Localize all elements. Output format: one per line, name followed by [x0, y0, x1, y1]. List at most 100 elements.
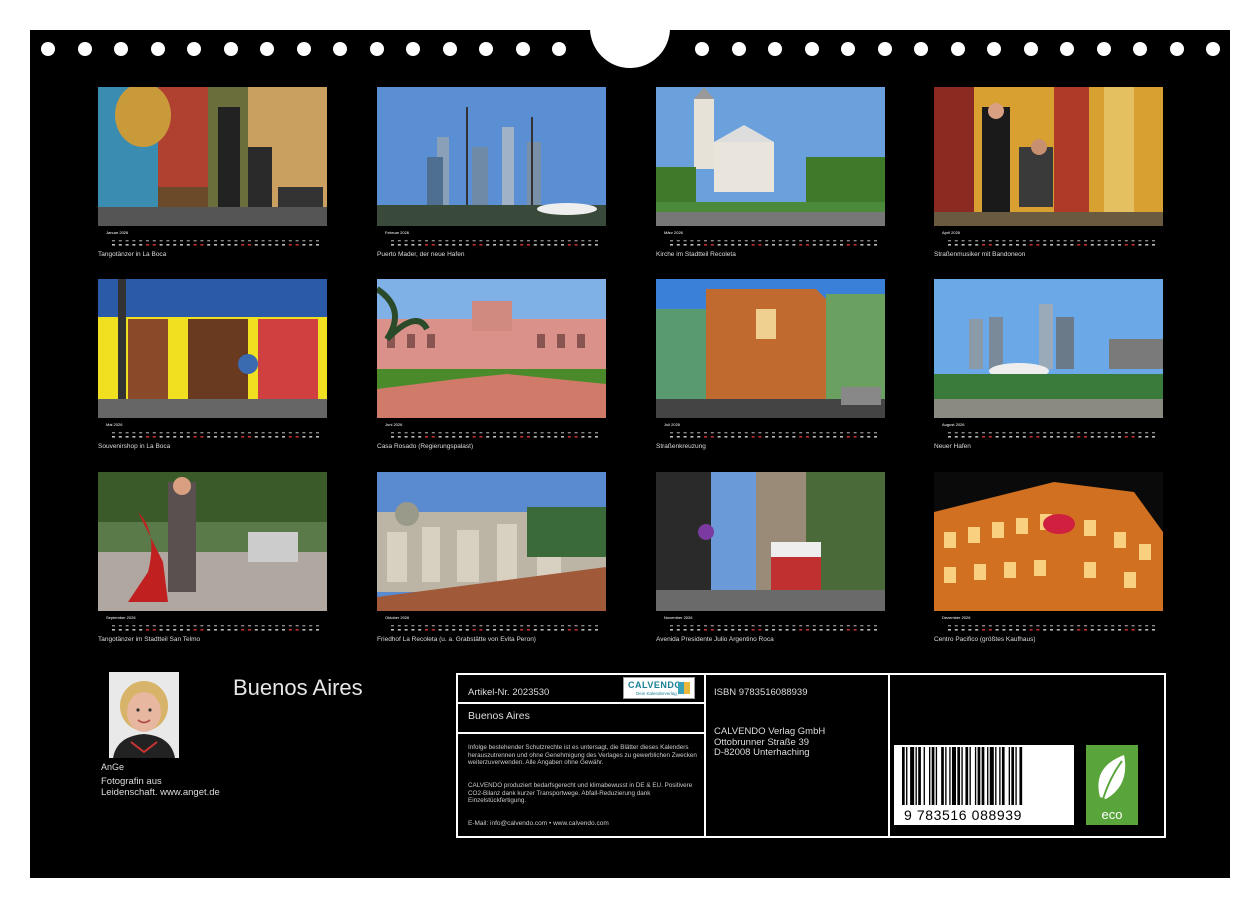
- binding-hole: [1133, 42, 1147, 56]
- binding-hole: [1206, 42, 1220, 56]
- month-name: Mai 2026: [106, 422, 123, 427]
- month-photo: [934, 472, 1163, 611]
- binding-hole: [150, 42, 165, 56]
- book-name: Buenos Aires: [468, 710, 530, 722]
- author-bio-line: Leidenschaft. www.anget.de: [101, 787, 220, 798]
- month-name: Januar 2026: [106, 230, 129, 235]
- binding-hole: [296, 42, 311, 56]
- month-caption: Straßenkreuzung: [656, 443, 706, 450]
- author-bio: Fotografin aus Leidenschaft. www.anget.d…: [101, 776, 251, 798]
- month-caption: Puerto Mader, der neue Hafen: [377, 251, 465, 258]
- contact-email: E-Mail: info@calvendo.com • www.calvendo…: [468, 820, 609, 827]
- publisher-address: CALVENDO Verlag GmbH Ottobrunner Straße …: [714, 726, 826, 759]
- binding-hole: [1060, 42, 1074, 56]
- author-portrait: [109, 672, 179, 758]
- binding-hole: [479, 42, 493, 56]
- month-caption: Friedhof La Recoleta (u. a. Grabstätte v…: [377, 636, 536, 643]
- mini-calendar-strip: [98, 236, 327, 246]
- mini-calendar-strip: [934, 236, 1163, 246]
- month-photo: [656, 472, 885, 611]
- binding-hole: [77, 42, 92, 56]
- mini-calendar-strip: [377, 428, 606, 438]
- mini-calendar-strip: [377, 236, 606, 246]
- isbn: ISBN 9783516088939: [714, 687, 808, 698]
- month-caption: Souvenirshop in La Boca: [98, 443, 171, 450]
- month-photo: [377, 279, 606, 418]
- binding-hole: [1096, 42, 1111, 56]
- binding-hole: [187, 42, 201, 56]
- binding-hole: [987, 42, 1001, 56]
- mini-calendar-strip: [98, 428, 327, 438]
- month-name: November 2026: [664, 615, 693, 620]
- logo-text: CALVENDO: [628, 680, 682, 690]
- article-number: Artikel-Nr. 2023530: [468, 687, 550, 698]
- binding-hole: [223, 42, 238, 56]
- binding-hole: [731, 42, 746, 56]
- month-photo: [98, 279, 327, 418]
- month-photo: [934, 87, 1163, 226]
- binding-hole: [768, 42, 782, 56]
- info-column-article: Artikel-Nr. 2023530 CALVENDO Dein Kalend…: [458, 675, 706, 836]
- mini-calendar-strip: [656, 236, 885, 246]
- eco-badge: eco: [1086, 745, 1138, 825]
- month-caption: Straßenmusiker mit Bandoneon: [934, 251, 1026, 258]
- calendar-title: Buenos Aires: [233, 675, 363, 700]
- month-caption: Neuer Hafen: [934, 443, 971, 450]
- binding-hole: [804, 42, 819, 56]
- binding-hole: [260, 42, 274, 56]
- info-box: Artikel-Nr. 2023530 CALVENDO Dein Kalend…: [456, 673, 1166, 838]
- month-name: Juli 2026: [664, 422, 681, 427]
- binding-hole: [333, 42, 347, 56]
- logo-subtext: Dein Kalenderverlag: [636, 691, 677, 696]
- barcode-number: 9 783516 088939: [904, 807, 1022, 823]
- month-name: Februar 2026: [385, 230, 410, 235]
- month-photo: [656, 87, 885, 226]
- info-column-publisher: ISBN 9783516088939 CALVENDO Verlag GmbH …: [704, 675, 890, 836]
- month-photo: [377, 472, 606, 611]
- publisher-line: CALVENDO Verlag GmbH: [714, 726, 826, 737]
- binding-hole: [114, 42, 128, 56]
- month-name: Dezember 2026: [942, 615, 971, 620]
- month-photo: [98, 472, 327, 611]
- month-photo: [98, 87, 327, 226]
- binding-hole: [950, 42, 965, 56]
- binding-hole: [515, 42, 530, 56]
- month-caption: Kirche im Stadtteil Recoleta: [656, 251, 736, 258]
- month-name: Juni 2026: [385, 422, 403, 427]
- binding-hole: [914, 42, 928, 56]
- mini-calendar-strip: [656, 428, 885, 438]
- month-name: September 2026: [106, 615, 136, 620]
- info-column-barcode: 9 783516 088939 eco: [890, 675, 1164, 836]
- month-caption: Tangotänzer in La Boca: [98, 251, 167, 258]
- barcode: 9 783516 088939: [894, 745, 1074, 825]
- month-photo: [934, 279, 1163, 418]
- author-bio-line: Fotografin aus: [101, 776, 162, 787]
- month-caption: Casa Rosado (Regierungspalast): [377, 443, 474, 450]
- binding-hole: [369, 42, 384, 56]
- publisher-line: D-82008 Unterhaching: [714, 747, 810, 758]
- calendar-sheet: Januar 2026 Tangotänzer in La Boca Februar…: [30, 30, 1230, 878]
- binding-hole: [442, 42, 457, 56]
- eco-label: eco: [1102, 807, 1123, 822]
- month-photo: [377, 87, 606, 226]
- month-photo: [656, 279, 885, 418]
- month-name: August 2026: [942, 422, 965, 427]
- binding-hole: [41, 42, 55, 56]
- month-caption: Avenida Presidente Julio Argentino Roca: [656, 636, 774, 643]
- mini-calendar-strip: [98, 621, 327, 631]
- month-caption: Centro Pacifico (größtes Kaufhaus): [934, 636, 1036, 643]
- calvendo-logo: CALVENDO Dein Kalenderverlag: [623, 677, 695, 699]
- binding-hole: [552, 42, 566, 56]
- hanger-hole: [590, 30, 670, 68]
- binding-hole: [877, 42, 892, 56]
- month-name: Oktober 2026: [385, 615, 410, 620]
- climate-notice: CALVENDO produziert bedarfsgerecht und k…: [468, 782, 693, 804]
- binding-hole: [1169, 42, 1184, 56]
- binding-hole: [695, 42, 709, 56]
- mini-calendar-strip: [934, 621, 1163, 631]
- binding-hole: [841, 42, 855, 56]
- author-name: AnGe: [101, 762, 125, 772]
- legal-notice: Infolge bestehender Schutzrechte ist es …: [468, 744, 697, 766]
- binding-hole: [406, 42, 420, 56]
- mini-calendar-strip: [934, 428, 1163, 438]
